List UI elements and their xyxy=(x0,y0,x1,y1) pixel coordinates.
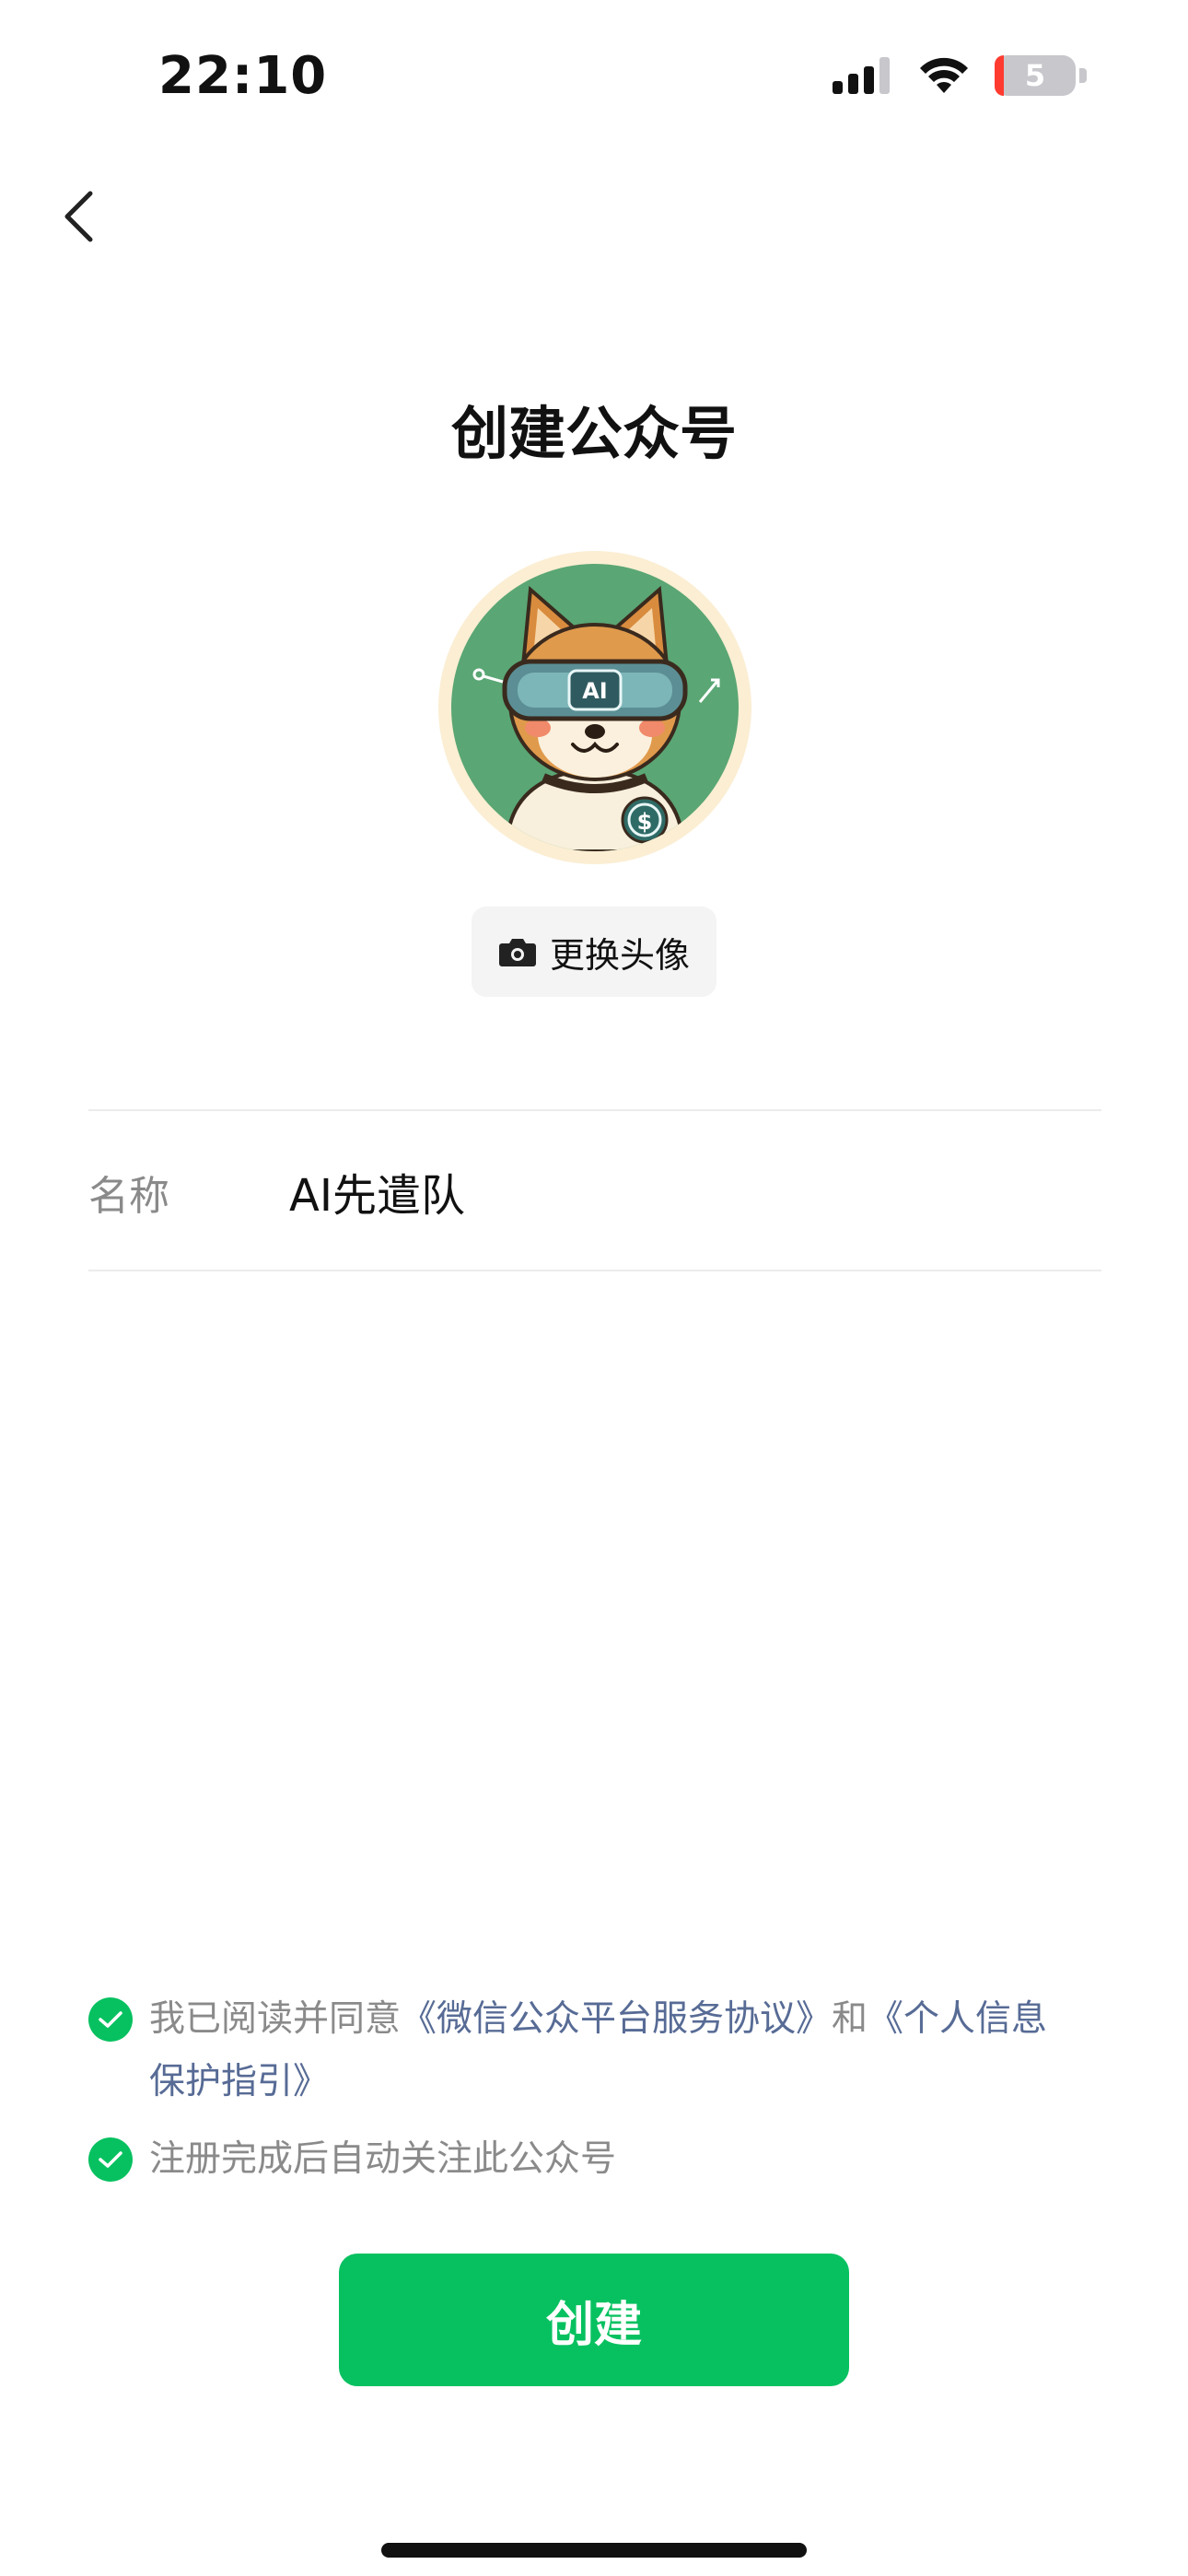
divider-top xyxy=(88,1109,1101,1111)
change-avatar-label: 更换头像 xyxy=(549,934,690,976)
back-button[interactable] xyxy=(51,184,106,249)
avatar[interactable]: AI $ xyxy=(438,551,751,864)
wifi-icon xyxy=(920,57,968,93)
agreement-row: 我已阅读并同意《微信公众平台服务协议》和《个人信息保护指引》 xyxy=(88,1988,1101,2113)
page-title: 创建公众号 xyxy=(450,400,737,467)
status-icons: 5 xyxy=(833,55,1087,96)
name-input[interactable]: AI先遣队 xyxy=(289,1159,465,1224)
change-avatar-button[interactable]: 更换头像 xyxy=(472,907,716,997)
check-icon xyxy=(99,2011,122,2028)
name-label: 名称 xyxy=(88,1173,169,1220)
service-agreement-link[interactable]: 《微信公众平台服务协议》 xyxy=(401,1998,832,2040)
divider-bottom xyxy=(88,1270,1101,1271)
battery-tip xyxy=(1079,68,1087,83)
agreement-conjunction: 和 xyxy=(832,1998,868,2040)
camera-icon xyxy=(498,939,536,966)
agreement-prefix: 我已阅读并同意 xyxy=(149,1998,402,2040)
agreement-checkbox[interactable] xyxy=(88,1997,133,2042)
chevron-left-icon xyxy=(64,191,93,242)
auto-follow-row: 注册完成后自动关注此公众号 xyxy=(88,2128,616,2191)
check-icon xyxy=(99,2151,122,2168)
create-button[interactable]: 创建 xyxy=(339,2254,849,2386)
home-indicator xyxy=(381,2543,807,2558)
cellular-signal-icon xyxy=(833,57,890,94)
battery-level: 5 xyxy=(1024,58,1046,93)
avatar-coin-symbol: $ xyxy=(637,809,653,835)
status-time: 22:10 xyxy=(158,46,328,106)
auto-follow-checkbox[interactable] xyxy=(88,2137,133,2182)
auto-follow-label: 注册完成后自动关注此公众号 xyxy=(149,2138,617,2180)
avatar-badge-text: AI xyxy=(582,678,608,704)
avatar-image: AI $ xyxy=(451,564,739,851)
battery-icon: 5 xyxy=(995,55,1076,96)
agreement-text: 我已阅读并同意《微信公众平台服务协议》和《个人信息保护指引》 xyxy=(149,1988,1079,2113)
